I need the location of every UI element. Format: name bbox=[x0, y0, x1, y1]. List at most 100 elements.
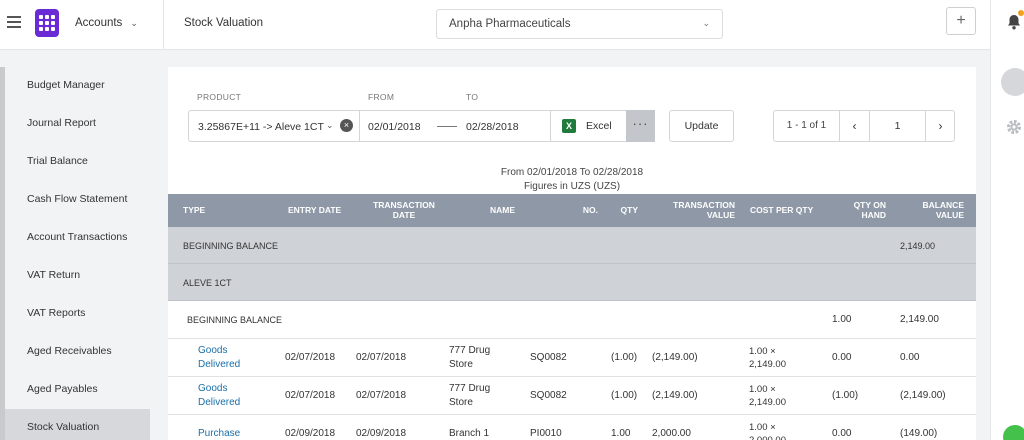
company-label: Anpha Pharmaceuticals bbox=[449, 18, 571, 30]
cell-cost-per-qty: 1.00 × 2,149.00 bbox=[749, 383, 786, 408]
sidebar-item-aged-payables[interactable]: Aged Payables bbox=[5, 371, 150, 409]
more-options-button[interactable]: ··· bbox=[626, 110, 655, 142]
product-select[interactable]: 3.25867E+11 -> Aleve 1CT bbox=[198, 121, 324, 133]
group-label: BEGINNING BALANCE bbox=[183, 241, 279, 251]
cell-transaction-value: (2,149.00) bbox=[652, 352, 698, 363]
sidebar-item-trial-balance[interactable]: Trial Balance bbox=[5, 143, 150, 181]
group-label: ALEVE 1CT bbox=[183, 278, 232, 288]
sidebar-item-vat-return[interactable]: VAT Return bbox=[5, 257, 150, 295]
cell-name: 777 Drug Store bbox=[449, 383, 491, 408]
cell-type-link[interactable]: Goods Delivered bbox=[198, 377, 258, 415]
divider bbox=[163, 0, 164, 50]
cell-qty-on-hand: (1.00) bbox=[832, 390, 859, 401]
column-header-no: NO. bbox=[582, 204, 598, 215]
cell-no: SQ0082 bbox=[530, 352, 567, 363]
chat-icon[interactable] bbox=[1003, 425, 1024, 440]
cell-transaction-date: 02/09/2018 bbox=[356, 428, 407, 439]
divider bbox=[359, 111, 360, 141]
update-button[interactable]: Update bbox=[669, 110, 734, 142]
cell-cost-per-qty: 1.00 × 2,000.00 bbox=[749, 421, 786, 440]
app-logo[interactable] bbox=[35, 9, 59, 37]
column-header-transaction-date: TRANSACTION DATE bbox=[373, 199, 435, 220]
beginning-balance-group-row: BEGINNING BALANCE 2,149.00 bbox=[168, 227, 976, 264]
cell-entry-date: 02/09/2018 bbox=[285, 428, 336, 439]
filter-panel: PRODUCT FROM TO 3.25867E+11 -> Aleve 1CT… bbox=[168, 67, 976, 167]
divider bbox=[550, 111, 551, 141]
to-date-input[interactable]: 02/28/2018 bbox=[466, 121, 519, 133]
cell-transaction-value: (2,149.00) bbox=[652, 390, 698, 401]
add-button[interactable]: + bbox=[946, 7, 976, 35]
from-label: FROM bbox=[368, 92, 395, 102]
report-area: From 02/01/2018 To 02/28/2018 Figures in… bbox=[168, 167, 976, 440]
group-balance: 2,149.00 bbox=[900, 241, 936, 251]
excel-icon[interactable]: X bbox=[562, 119, 576, 133]
table-header: TYPE ENTRY DATE TRANSACTION DATE NAME NO… bbox=[168, 194, 976, 227]
sidebar-item-account-transactions[interactable]: Account Transactions bbox=[5, 219, 150, 257]
sidebar-item-journal-report[interactable]: Journal Report bbox=[5, 105, 150, 143]
cell-balance-value: 2,149.00 bbox=[900, 314, 939, 325]
cell-qty-on-hand: 1.00 bbox=[832, 314, 852, 325]
pagination: 1 - 1 of 1 ‹ 1 › bbox=[773, 110, 955, 142]
cell-type-link[interactable]: Goods Delivered bbox=[198, 339, 258, 377]
cell-cost-per-qty: 1.00 × 2,149.00 bbox=[749, 345, 786, 370]
cell-balance-value: (149.00) bbox=[900, 428, 938, 439]
table-row-beginning-balance: BEGINNING BALANCE 1.00 2,149.00 bbox=[168, 301, 976, 339]
page-info: 1 - 1 of 1 bbox=[774, 111, 840, 141]
report-currency: Figures in UZS (UZS) bbox=[523, 181, 621, 192]
sidebar-item-stock-valuation[interactable]: Stock Valuation bbox=[5, 409, 150, 440]
filter-bar: 3.25867E+11 -> Aleve 1CT ⌄ × 02/01/2018 … bbox=[188, 110, 655, 142]
cell-transaction-date: 02/07/2018 bbox=[356, 352, 407, 363]
cell-qty-on-hand: 0.00 bbox=[832, 428, 852, 439]
sidebar: Budget Manager Journal Report Trial Bala… bbox=[0, 67, 150, 440]
previous-page-button[interactable]: ‹ bbox=[840, 111, 870, 141]
chevron-down-icon: ⌄ bbox=[130, 18, 138, 28]
cell-entry-date: 02/07/2018 bbox=[285, 352, 336, 363]
sidebar-item-aged-receivables[interactable]: Aged Receivables bbox=[5, 333, 150, 371]
avatar[interactable] bbox=[1001, 68, 1024, 96]
next-page-button[interactable]: › bbox=[926, 111, 955, 141]
sidebar-item-cash-flow-statement[interactable]: Cash Flow Statement bbox=[5, 181, 150, 219]
sidebar-item-budget-manager[interactable]: Budget Manager bbox=[5, 67, 150, 105]
page-title: Stock Valuation bbox=[184, 17, 264, 29]
bell-icon[interactable] bbox=[1007, 14, 1021, 30]
cell-qty: (1.00) bbox=[611, 352, 638, 363]
cell-no: SQ0082 bbox=[530, 390, 567, 401]
cell-transaction-date: 02/07/2018 bbox=[356, 390, 407, 401]
column-header-entry-date: ENTRY DATE bbox=[288, 204, 342, 215]
menu-icon[interactable] bbox=[7, 16, 21, 28]
column-header-qty: QTY bbox=[620, 204, 638, 215]
to-label: TO bbox=[466, 92, 479, 102]
product-group-row: ALEVE 1CT bbox=[168, 264, 976, 301]
module-label: Accounts bbox=[75, 17, 123, 29]
company-selector[interactable]: Anpha Pharmaceuticals ⌄ bbox=[436, 9, 723, 39]
cell-name: Branch 1 bbox=[449, 428, 490, 439]
column-header-name: NAME bbox=[490, 204, 516, 215]
cell-no: PI0010 bbox=[530, 428, 562, 439]
module-switcher[interactable]: Accounts ⌄ bbox=[75, 17, 138, 29]
page-number-input[interactable]: 1 bbox=[870, 111, 926, 141]
chevron-down-icon[interactable]: ⌄ bbox=[326, 120, 334, 131]
row-label: BEGINNING BALANCE bbox=[187, 314, 283, 325]
cell-type-link[interactable]: Purchase bbox=[198, 415, 258, 440]
gear-icon[interactable] bbox=[1005, 118, 1023, 136]
cell-name: 777 Drug Store bbox=[449, 345, 491, 370]
table-row: Goods Delivered 02/07/2018 02/07/2018 77… bbox=[168, 377, 976, 415]
product-label: PRODUCT bbox=[197, 92, 242, 102]
cell-qty: 1.00 bbox=[611, 428, 631, 439]
from-date-input[interactable]: 02/01/2018 bbox=[368, 121, 421, 133]
report-period: From 02/01/2018 To 02/28/2018 bbox=[500, 167, 644, 178]
cell-qty-on-hand: 0.00 bbox=[832, 352, 852, 363]
column-header-transaction-value: TRANSACTION VALUE bbox=[673, 199, 735, 220]
excel-export-button[interactable]: Excel bbox=[586, 120, 612, 132]
right-rail bbox=[990, 0, 1024, 440]
notification-dot-icon bbox=[1018, 10, 1024, 16]
clear-icon[interactable]: × bbox=[340, 119, 353, 132]
cell-balance-value: (2,149.00) bbox=[900, 390, 946, 401]
chevron-down-icon: ⌄ bbox=[702, 18, 710, 28]
date-range-dash bbox=[437, 126, 457, 127]
top-bar: Accounts ⌄ Stock Valuation Anpha Pharmace… bbox=[0, 0, 990, 50]
column-header-cost-per-qty: COST PER QTY bbox=[750, 204, 814, 215]
cell-transaction-value: 2,000.00 bbox=[652, 428, 691, 439]
sidebar-item-vat-reports[interactable]: VAT Reports bbox=[5, 295, 150, 333]
cell-balance-value: 0.00 bbox=[900, 352, 920, 363]
